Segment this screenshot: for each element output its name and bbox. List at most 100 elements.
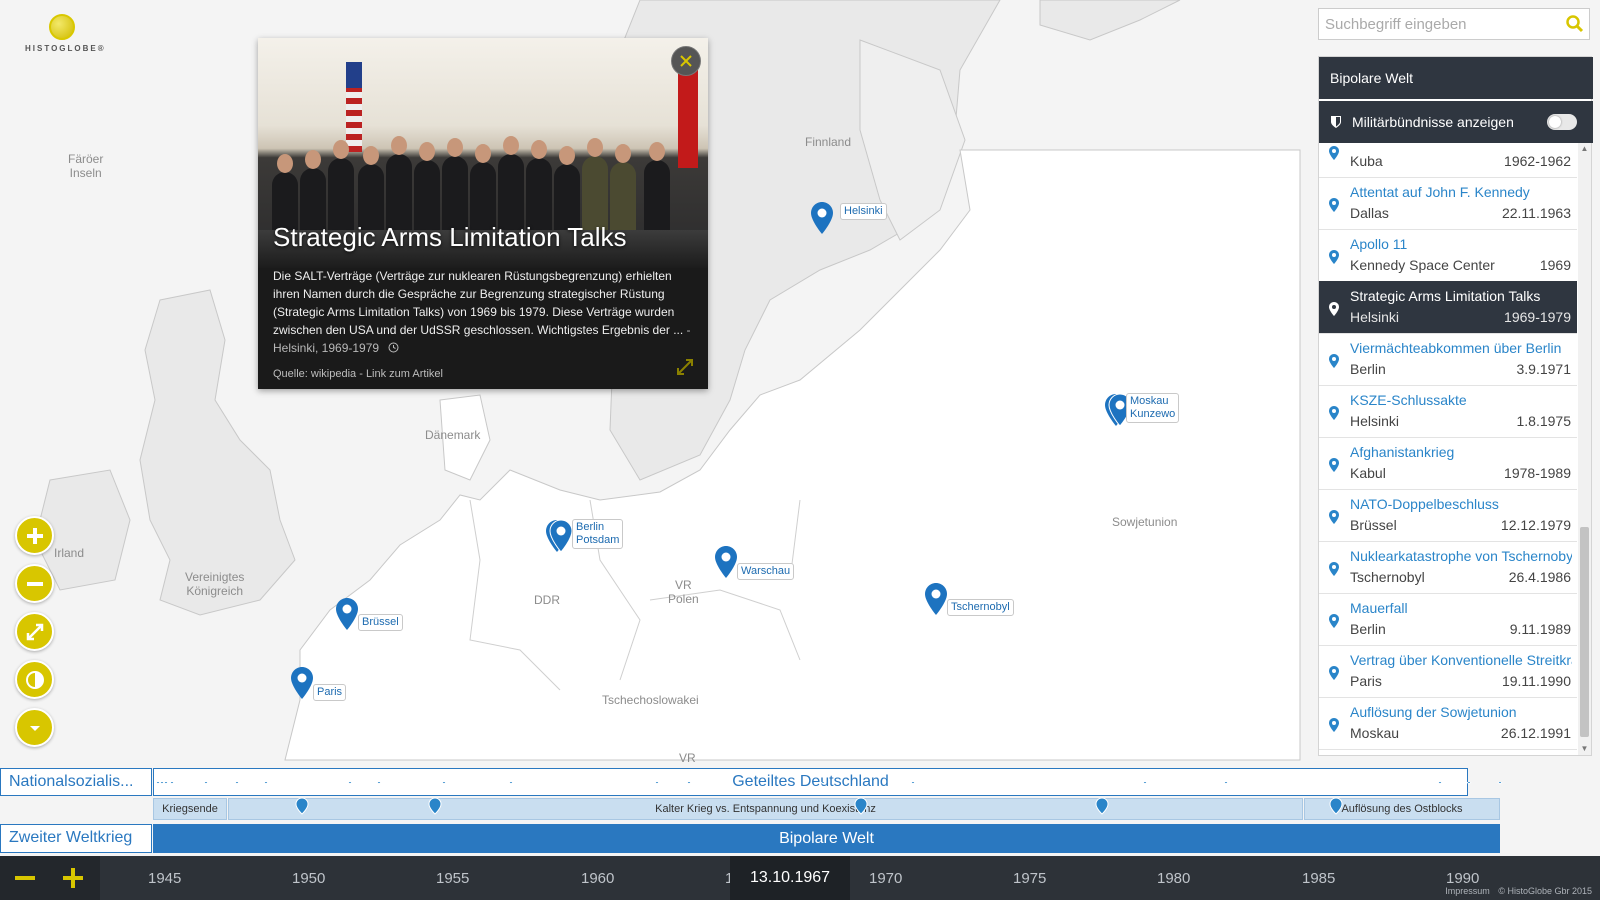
pin-icon <box>1329 146 1339 160</box>
map-pin-berlin[interactable] <box>546 520 572 552</box>
event-date: 12.12.1979 <box>1500 517 1571 533</box>
map-label-finnland: Finnland <box>805 135 852 149</box>
list-item[interactable]: KSZE-Schlussakte Helsinki 1.8.1975 <box>1319 385 1577 438</box>
clock-icon <box>388 342 399 353</box>
map-pin-helsinki[interactable] <box>811 202 833 234</box>
footer: Impressum © HistoGlobe Gbr 2015 <box>1439 886 1592 896</box>
zoom-out-button[interactable] <box>15 564 54 603</box>
pin-label-warschau[interactable]: Warschau <box>737 563 795 580</box>
fullscreen-button[interactable] <box>15 612 54 651</box>
map-pin-paris[interactable] <box>291 667 313 699</box>
year-tick: 1985 <box>1302 870 1336 887</box>
pin-icon <box>1329 354 1339 368</box>
expand-icon[interactable] <box>676 358 694 376</box>
current-date[interactable]: 13.10.1967 <box>730 856 850 900</box>
source-prefix: Quelle: wikipedia - <box>273 368 366 380</box>
expand-icon <box>26 623 43 640</box>
event-date: 3.9.1971 <box>1516 361 1572 377</box>
list-item[interactable]: Auflösung der Sowjetunion Moskau 26.12.1… <box>1319 697 1577 750</box>
map-pin-moskau[interactable] <box>1105 394 1131 426</box>
minus-icon <box>26 581 43 586</box>
list-item[interactable]: Nuklearkatastrophe von Tschernobyl Tsche… <box>1319 541 1577 594</box>
pin-icon <box>715 546 737 578</box>
timeline-axis[interactable]: 1945 1950 1955 1960 1965 1970 1975 1980 … <box>0 856 1600 900</box>
pin-icon <box>811 202 833 234</box>
search-input[interactable] <box>1319 9 1559 39</box>
timeline-zoom-in-button[interactable] <box>58 864 88 892</box>
event-place: Dallas <box>1350 205 1389 221</box>
pin-icon <box>1329 406 1339 420</box>
app-logo[interactable]: HISTOGLOBE® <box>25 14 107 58</box>
globe-icon <box>49 14 75 40</box>
pin-icon <box>1329 458 1339 472</box>
impressum-link[interactable]: Impressum <box>1445 886 1490 896</box>
event-name: Mauerfall <box>1350 600 1408 616</box>
zoom-in-button[interactable] <box>15 516 54 555</box>
pin-label-berlin[interactable]: Berlin Potsdam <box>572 519 624 549</box>
year-tick: 1950 <box>292 870 326 887</box>
list-item[interactable]: Attentat auf John F. Kennedy Dallas 22.1… <box>1319 177 1577 230</box>
popup-close-button[interactable] <box>671 46 701 76</box>
timeline-zoom-controls <box>0 856 100 900</box>
year-tick: 1960 <box>581 870 615 887</box>
timeline-zoom-out-button[interactable] <box>10 864 40 892</box>
pin-label-moskau[interactable]: Moskau Kunzewo <box>1126 393 1180 423</box>
list-item[interactable]: Viermächteabkommen über Berlin Berlin 3.… <box>1319 333 1577 386</box>
year-tick: 1955 <box>436 870 470 887</box>
shield-icon <box>1331 116 1341 128</box>
list-item[interactable]: NATO-Doppelbeschluss Brüssel 12.12.1979 <box>1319 489 1577 542</box>
event-name: Attentat auf John F. Kennedy <box>1350 184 1530 200</box>
map-label-faroer: Färöer Inseln <box>68 152 104 180</box>
plus-icon <box>26 527 43 544</box>
pin-icon <box>1329 718 1339 732</box>
list-item-active[interactable]: Strategic Arms Limitation Talks Helsinki… <box>1319 281 1577 334</box>
map-pin-bruessel[interactable] <box>336 598 358 630</box>
list-item[interactable]: Afghanistankrieg Kabul 1978-1989 <box>1319 437 1577 490</box>
pin-label-bruessel[interactable]: Brüssel <box>358 614 403 631</box>
event-name: Nuklearkatastrophe von Tschernobyl <box>1350 548 1572 564</box>
toggle-label: Militärbündnisse anzeigen <box>1352 114 1514 130</box>
year-tick: 1980 <box>1157 870 1191 887</box>
map-label-daenemark: Dänemark <box>425 428 481 442</box>
year-tick: 1975 <box>1013 870 1047 887</box>
pin-icon <box>925 583 947 615</box>
event-name: Apollo 11 <box>1350 236 1408 252</box>
event-sidebar: Bipolare Welt Militärbündnisse anzeigen … <box>1318 56 1593 756</box>
source-link[interactable]: Link zum Artikel <box>366 368 443 380</box>
scroll-up-icon[interactable]: ▲ <box>1580 145 1589 153</box>
military-alliances-switch[interactable] <box>1547 114 1577 130</box>
event-place: Tschernobyl <box>1350 569 1425 585</box>
logo-text: HISTOGLOBE® <box>25 44 106 53</box>
list-item[interactable]: Vertrag über Konventionelle Streitkräfte… <box>1319 645 1577 698</box>
search-icon[interactable] <box>1565 14 1585 34</box>
event-date: 22.11.1963 <box>1501 205 1571 221</box>
map-pin-tschernobyl[interactable] <box>925 583 947 615</box>
event-place: Helsinki <box>1350 413 1400 429</box>
map-label-vk: Vereinigtes Königreich <box>185 570 245 598</box>
sidebar-scrollbar[interactable]: ▲ ▼ <box>1578 143 1591 755</box>
copyright-text: © HistoGlobe Gbr 2015 <box>1498 886 1592 896</box>
contrast-icon <box>25 670 44 689</box>
chevron-down-icon <box>29 725 40 731</box>
scrollbar-thumb[interactable] <box>1580 527 1589 737</box>
pin-icon <box>546 520 572 552</box>
military-alliances-toggle-row[interactable]: Militärbündnisse anzeigen <box>1319 101 1593 143</box>
map-label-ddr: DDR <box>534 593 560 607</box>
list-item[interactable]: Mauerfall Berlin 9.11.1989 <box>1319 593 1577 646</box>
timeline-event-markers[interactable] <box>0 782 1600 842</box>
list-item[interactable]: Apollo 11 Kennedy Space Center 1969 <box>1319 229 1577 282</box>
list-item[interactable]: Kuba 1962-1962 <box>1319 143 1577 178</box>
sidebar-title: Bipolare Welt <box>1319 57 1593 99</box>
event-date: 1.8.1975 <box>1516 413 1572 429</box>
pin-label-helsinki[interactable]: Helsinki <box>840 203 887 220</box>
map-pin-warschau[interactable] <box>715 546 737 578</box>
more-button[interactable] <box>15 708 54 747</box>
pin-icon <box>1329 666 1339 680</box>
pin-label-paris[interactable]: Paris <box>313 684 347 701</box>
contrast-button[interactable] <box>15 660 54 699</box>
event-place: Kabul <box>1350 465 1386 481</box>
pin-label-tschernobyl[interactable]: Tschernobyl <box>947 599 1014 616</box>
map-label-sowjetunion: Sowjetunion <box>1112 515 1178 529</box>
event-name: Strategic Arms Limitation Talks <box>1350 288 1541 304</box>
scroll-down-icon[interactable]: ▼ <box>1580 745 1589 753</box>
